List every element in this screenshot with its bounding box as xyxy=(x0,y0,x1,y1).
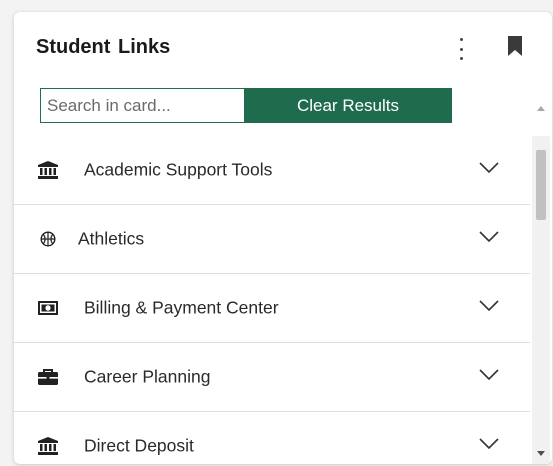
basketball-icon xyxy=(38,230,58,248)
list-item-billing-payment-center[interactable]: Billing & Payment Center xyxy=(14,274,530,343)
briefcase-icon xyxy=(38,368,58,386)
chevron-down-icon[interactable] xyxy=(479,161,499,179)
list-item-academic-support-tools[interactable]: Academic Support Tools xyxy=(14,136,530,205)
list-item-label: Academic Support Tools xyxy=(84,159,273,180)
chevron-down-icon[interactable] xyxy=(479,368,499,386)
bookmark-icon[interactable] xyxy=(508,36,522,61)
list-item-direct-deposit[interactable]: Direct Deposit xyxy=(14,412,530,464)
money-bill-icon xyxy=(38,299,58,317)
chevron-down-icon[interactable] xyxy=(479,437,499,455)
chevron-down-icon[interactable] xyxy=(479,299,499,317)
list-item-career-planning[interactable]: Career Planning xyxy=(14,343,530,412)
list-item-label: Athletics xyxy=(78,228,145,249)
chevron-down-icon[interactable] xyxy=(479,230,499,248)
card-title: Student Links xyxy=(36,36,171,58)
card-header: Student Links xyxy=(14,12,552,84)
institution-icon xyxy=(38,161,58,179)
list-item-label: Direct Deposit xyxy=(84,435,194,456)
search-input[interactable] xyxy=(40,88,244,123)
list-item-athletics[interactable]: Athletics xyxy=(14,205,530,274)
scroll-thumb[interactable] xyxy=(536,150,546,220)
list-item-label: Career Planning xyxy=(84,366,211,387)
more-vertical-icon[interactable] xyxy=(454,38,468,60)
student-links-card: Student Links Clear Results Academic Sup… xyxy=(14,12,552,464)
links-list: Academic Support Tools Athletics Billing… xyxy=(14,136,530,464)
scroll-down-arrow[interactable] xyxy=(537,451,545,456)
scroll-up-arrow[interactable] xyxy=(537,106,545,111)
scrollbar[interactable] xyxy=(532,106,550,464)
search-row: Clear Results xyxy=(40,88,452,125)
institution-icon xyxy=(38,437,58,455)
list-item-label: Billing & Payment Center xyxy=(84,297,279,318)
clear-results-button[interactable]: Clear Results xyxy=(244,88,452,123)
